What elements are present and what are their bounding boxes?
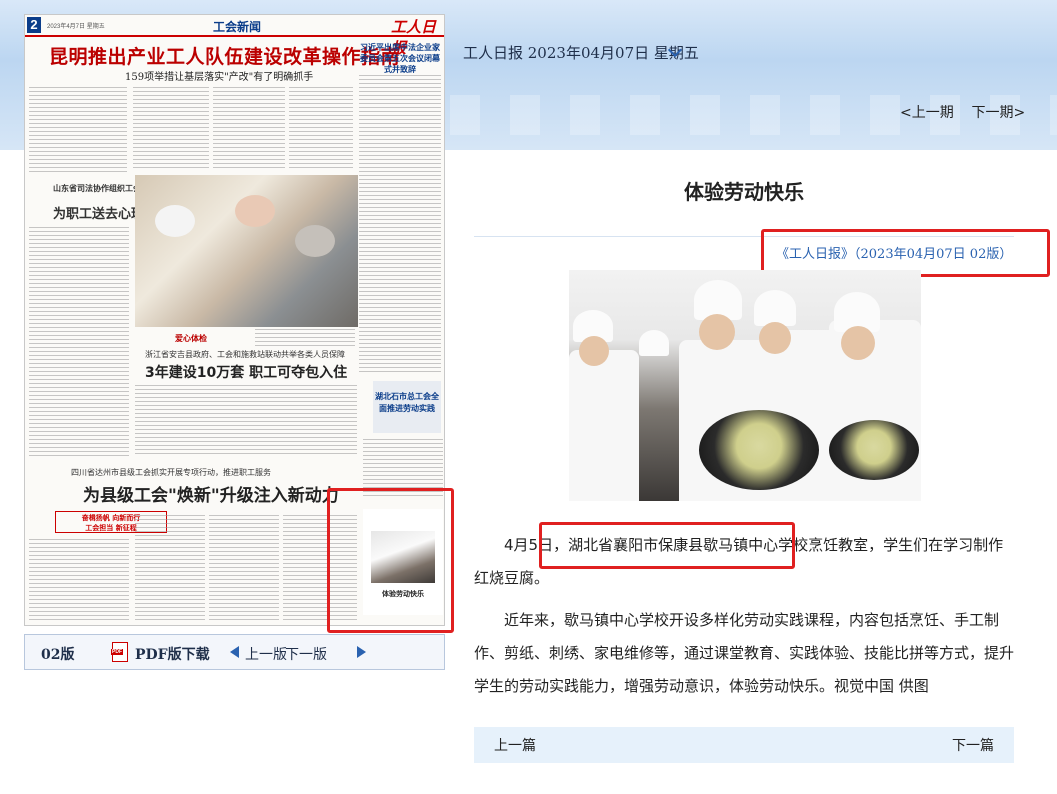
next-arrow-icon[interactable]	[357, 646, 366, 658]
text-column	[135, 515, 205, 623]
newspaper-right-box[interactable]: 湖北石市总工会全面推进劳动实践	[373, 381, 441, 433]
next-edition-link[interactable]: 下一版	[285, 644, 327, 664]
article-nav-bar: 上一篇 下一篇	[474, 727, 1014, 763]
article-title: 体验劳动快乐	[684, 180, 804, 204]
newspaper-header: 2 2023年4月7日 星期五 工会新闻 工人日报	[25, 15, 444, 57]
text-column	[133, 87, 209, 169]
prev-article-link[interactable]: 上一篇	[494, 735, 536, 755]
newspaper-headline[interactable]: 昆明推出产业工人队伍建设改革操作指南	[49, 42, 400, 69]
newspaper-photo-caption: 爱心体检	[175, 334, 207, 343]
text-column	[255, 329, 355, 347]
pdf-icon[interactable]	[111, 642, 128, 662]
text-column	[359, 75, 441, 375]
prev-issue-link[interactable]: <上一期	[900, 105, 954, 121]
next-issue-link[interactable]: 下一期>	[972, 105, 1026, 121]
newspaper-mid-kicker: 浙江省安吉县政府、工会和施救站联动共举各类人员保障	[145, 350, 345, 359]
newspaper-section: 工会新闻	[213, 20, 262, 34]
next-article-link[interactable]: 下一篇	[952, 735, 994, 755]
text-column	[29, 227, 129, 457]
edition-label: 02版	[41, 647, 75, 663]
paper-nav-bar: 02版 PDF版下载 上一版 下一版	[24, 634, 445, 670]
newspaper-mid-headline[interactable]: 3年建设10万套 职工可夺包入住	[145, 362, 347, 382]
highlight-box-location	[539, 522, 795, 569]
newspaper-date: 2023年4月7日 星期五	[47, 24, 105, 30]
issue-nav: <上一期 下一期>	[900, 102, 1025, 122]
article-paragraph: 近年来，歇马镇中心学校开设多样化劳动实践课程，内容包括烹饪、手工制作、剪纸、刺绣…	[474, 611, 1015, 695]
date-selector[interactable]: 工人日报 2023年04月07日 星期五	[463, 42, 699, 63]
text-column	[213, 87, 285, 169]
prev-arrow-icon[interactable]	[230, 646, 239, 658]
newspaper-subheadline: 159项举措让基层落实"产改"有了明确抓手	[125, 72, 314, 83]
text-column	[29, 87, 127, 175]
newspaper-lower-kicker: 四川省达州市县级工会抓实开展专项行动，推进职工服务	[71, 468, 271, 477]
text-column	[135, 385, 357, 457]
newspaper-lower-headline[interactable]: 为县级工会"焕新"升级注入新动力	[83, 481, 339, 506]
prev-edition-link[interactable]: 上一版	[245, 644, 287, 664]
text-column	[289, 87, 353, 169]
text-column	[209, 515, 279, 623]
text-column	[29, 539, 129, 623]
pdf-download-link[interactable]: PDF版下载	[135, 644, 210, 664]
newspaper-side-title[interactable]: 习近平出席中法企业家委员会第五次会议闭幕式并致辞	[357, 42, 443, 75]
highlight-box-thumbnail	[327, 488, 454, 633]
newspaper-page-number: 2	[27, 17, 41, 33]
article-photo	[569, 270, 921, 501]
